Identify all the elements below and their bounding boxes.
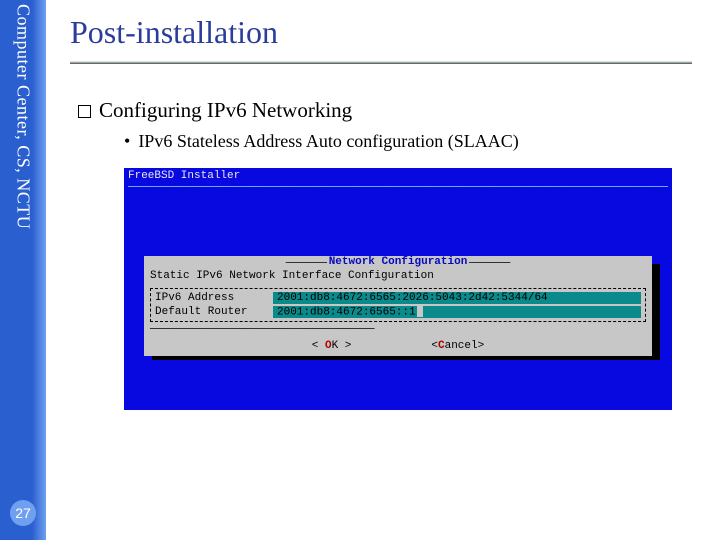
ok-button-pre: < — [312, 340, 325, 352]
ok-button-rest: K > — [332, 340, 352, 352]
default-router-input[interactable]: 2001:db8:4672:6565::1 — [273, 306, 641, 318]
sidebar: Computer Center, CS, NCTU 27 — [0, 0, 46, 540]
slide: Computer Center, CS, NCTU 27 Post-instal… — [0, 0, 720, 540]
network-config-dialog: ────────────────────────────────── Netwo… — [144, 256, 652, 356]
dialog-buttons: < OK > <Cancel> — [144, 336, 652, 356]
main-content: Post-installation Configuring IPv6 Netwo… — [46, 0, 720, 540]
cancel-button-rest: ancel> — [445, 340, 485, 352]
cancel-button-pre: < — [431, 340, 438, 352]
dot-bullet-icon: • — [124, 131, 130, 152]
page-title: Post-installation — [70, 14, 692, 61]
installer-header: FreeBSD Installer — [128, 170, 668, 182]
checkbox-bullet-icon — [78, 105, 91, 118]
org-text: Computer Center, CS, NCTU — [13, 4, 34, 229]
page-number: 27 — [10, 500, 36, 526]
field-label: IPv6 Address — [155, 292, 267, 304]
dialog-titlebar: ────────────────────────────────── Netwo… — [144, 256, 652, 270]
title-rule — [70, 61, 692, 64]
cancel-button[interactable]: <Cancel> — [431, 340, 484, 352]
field-row-ipv6-address: IPv6 Address 2001:db8:4672:6565:2026:504… — [155, 291, 641, 305]
field-row-default-router: Default Router 2001:db8:4672:6565::1 — [155, 305, 641, 319]
bullet-level1-text: Configuring IPv6 Networking — [99, 98, 352, 122]
cancel-button-hotkey: C — [438, 340, 445, 352]
ok-button[interactable]: < OK > — [312, 340, 352, 352]
dialog-title: Network Configuration — [327, 256, 470, 268]
field-label: Default Router — [155, 306, 267, 318]
dialog-fields: IPv6 Address 2001:db8:4672:6565:2026:504… — [150, 288, 646, 322]
ok-button-hotkey: O — [325, 340, 332, 352]
installer-rule: ────────────────────────────────────────… — [128, 182, 668, 194]
terminal-bg: FreeBSD Installer ──────────────────────… — [124, 168, 672, 410]
dialog-bottom-dash: ────────────────────────────────── — [144, 324, 652, 336]
bullet-level2-text: IPv6 Stateless Address Auto configuratio… — [138, 131, 518, 151]
bullet-level1: Configuring IPv6 Networking — [78, 98, 692, 123]
dialog-subtitle: Static IPv6 Network Interface Configurat… — [144, 270, 652, 286]
bullet-level2: • IPv6 Stateless Address Auto configurati… — [124, 131, 692, 152]
ipv6-address-input[interactable]: 2001:db8:4672:6565:2026:5043:2d42:5344/6… — [273, 292, 641, 304]
screenshot: FreeBSD Installer ──────────────────────… — [124, 168, 672, 410]
